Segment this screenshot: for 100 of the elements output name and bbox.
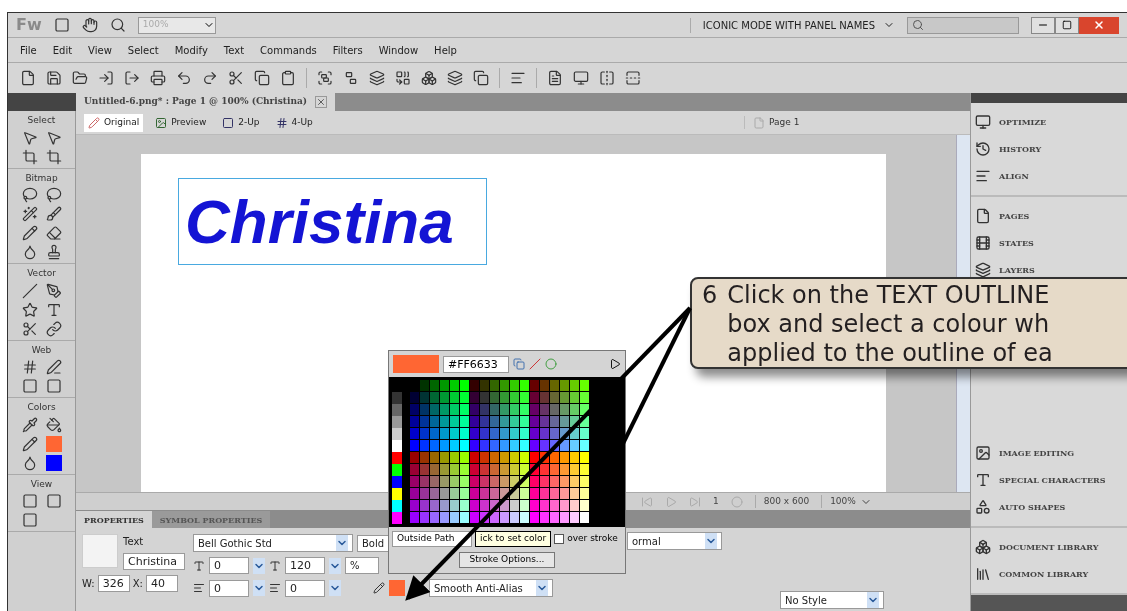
flyout-arrow-icon[interactable] <box>609 358 621 370</box>
pointer-icon[interactable] <box>21 129 38 146</box>
leading-icon[interactable] <box>269 559 281 572</box>
indent-icon[interactable] <box>193 582 205 594</box>
zoom-level[interactable]: 100% <box>821 494 872 509</box>
panel-item[interactable]: PAGES <box>975 205 1127 227</box>
canvas-text[interactable]: Christina <box>185 190 454 253</box>
document-tab[interactable]: Untitled-6.png* : Page 1 @ 100% (Christina) <box>76 93 336 111</box>
pencil-icon[interactable] <box>21 435 38 452</box>
panel-item[interactable]: HISTORY <box>975 138 1127 160</box>
new-file-icon[interactable] <box>20 70 36 86</box>
eyedropper-icon[interactable] <box>21 416 38 433</box>
crop-icon[interactable] <box>21 148 38 165</box>
color-swatch-grid-drawing[interactable] <box>389 377 625 527</box>
panel-item[interactable]: AUTO SHAPES <box>975 496 1127 518</box>
square-icon[interactable] <box>21 493 38 509</box>
scissors-icon[interactable] <box>228 70 244 86</box>
lasso-icon[interactable] <box>45 187 62 203</box>
panel-item[interactable]: ALIGN <box>975 165 1127 187</box>
import-icon[interactable] <box>98 70 114 86</box>
no-color-icon[interactable] <box>529 358 541 370</box>
view-tab[interactable]: 4-Up <box>271 113 317 132</box>
line-icon[interactable] <box>21 282 38 299</box>
x-field[interactable]: 40 <box>145 575 178 592</box>
menu-item[interactable]: File <box>20 42 37 58</box>
workspace-switcher[interactable]: ICONIC MODE WITH PANEL NAMES <box>689 17 895 33</box>
clipboard-icon[interactable] <box>280 70 296 86</box>
style-dropdown[interactable]: No Style <box>780 591 884 609</box>
redo-icon[interactable] <box>202 70 218 86</box>
menu-item[interactable]: Filters <box>332 42 363 58</box>
square-icon[interactable] <box>45 493 62 509</box>
eraser-icon[interactable] <box>45 225 62 241</box>
spacing-field[interactable]: 0 <box>285 579 325 597</box>
search-field[interactable] <box>907 16 1019 34</box>
boxes-icon[interactable] <box>421 70 437 86</box>
hex-color-field[interactable]: #FF6633 <box>443 355 509 373</box>
group-icon[interactable] <box>317 70 333 86</box>
align-icon[interactable] <box>510 70 526 86</box>
stroke-color-swatch[interactable] <box>45 435 62 452</box>
pen-icon[interactable] <box>45 282 62 299</box>
text-outline-color-swatch[interactable] <box>389 580 405 596</box>
minimize-button[interactable] <box>1031 16 1055 34</box>
menu-item[interactable]: Text <box>223 42 245 58</box>
layers-icon[interactable] <box>447 70 463 86</box>
square-icon[interactable] <box>53 17 70 33</box>
leading-unit-dropdown[interactable]: % <box>345 557 379 574</box>
view-tab[interactable]: Original <box>84 113 144 132</box>
panel-item[interactable]: LAYERS <box>975 259 1127 281</box>
folder-icon[interactable] <box>72 70 88 86</box>
name-field[interactable]: Christina <box>123 553 185 570</box>
panel-item[interactable]: OPTIMIZE <box>975 111 1127 133</box>
leading-field[interactable]: 120 <box>285 557 325 574</box>
stamp-icon[interactable] <box>45 244 62 260</box>
font-dropdown[interactable]: Bell Gothic Std <box>193 534 353 552</box>
pencil-icon[interactable] <box>21 225 38 241</box>
close-icon[interactable] <box>315 96 328 108</box>
panel-item[interactable]: STATES <box>975 232 1127 254</box>
paint-bucket-icon[interactable] <box>45 416 62 433</box>
knife-icon[interactable] <box>21 320 38 337</box>
copy-icon[interactable] <box>473 70 489 86</box>
view-tab[interactable]: 2-Up <box>218 113 264 132</box>
lasso-icon[interactable] <box>21 187 38 203</box>
tracking-field[interactable]: 0 <box>209 557 249 574</box>
properties-tab[interactable]: PROPERTIES <box>76 511 152 528</box>
menu-item[interactable]: Modify <box>174 42 208 58</box>
page-selector[interactable]: Page 1 <box>744 115 904 130</box>
pencil-icon[interactable] <box>373 582 385 594</box>
anti-alias-dropdown[interactable]: Smooth Anti-Alias <box>429 579 553 597</box>
view-tab[interactable]: Preview <box>151 113 211 132</box>
maximize-button[interactable] <box>1055 16 1079 34</box>
printer-icon[interactable] <box>150 70 166 86</box>
fill-color-swatch[interactable] <box>45 454 62 471</box>
stroke-position-dropdown[interactable]: Outside Path <box>392 531 472 547</box>
crop-icon[interactable] <box>45 148 62 165</box>
hand-icon[interactable] <box>81 17 98 33</box>
panel-item[interactable]: IMAGE EDITING <box>975 442 1127 464</box>
document-icon[interactable] <box>547 70 563 86</box>
export-icon[interactable] <box>124 70 140 86</box>
spacing-icon[interactable] <box>269 582 281 594</box>
text-selection-box[interactable]: Christina <box>178 178 487 265</box>
indent-field[interactable]: 0 <box>209 579 249 597</box>
width-field[interactable]: 326 <box>97 575 130 592</box>
close-button[interactable] <box>1079 16 1119 34</box>
monitor-icon[interactable] <box>573 70 589 86</box>
combine-icon[interactable] <box>395 70 411 86</box>
tracking-icon[interactable] <box>193 559 205 572</box>
checkbox[interactable] <box>554 533 565 544</box>
copy-icon[interactable] <box>254 70 270 86</box>
panel-item[interactable]: SPECIAL CHARACTERS <box>975 469 1127 491</box>
panel-item[interactable]: DOCUMENT LIBRARY <box>975 536 1127 558</box>
menu-item[interactable]: Window <box>378 42 419 58</box>
menu-item[interactable]: Help <box>434 42 457 58</box>
link-icon[interactable] <box>45 320 62 337</box>
panel-item[interactable]: COMMON LIBRARY <box>975 563 1127 585</box>
blend-mode-dropdown[interactable]: ormal <box>627 532 722 550</box>
wand-icon[interactable] <box>21 206 38 222</box>
square-icon[interactable] <box>21 512 38 528</box>
menu-item[interactable]: Commands <box>260 42 317 58</box>
menu-item[interactable]: View <box>88 42 112 58</box>
canvas-size[interactable]: 800 x 600 <box>754 494 810 509</box>
